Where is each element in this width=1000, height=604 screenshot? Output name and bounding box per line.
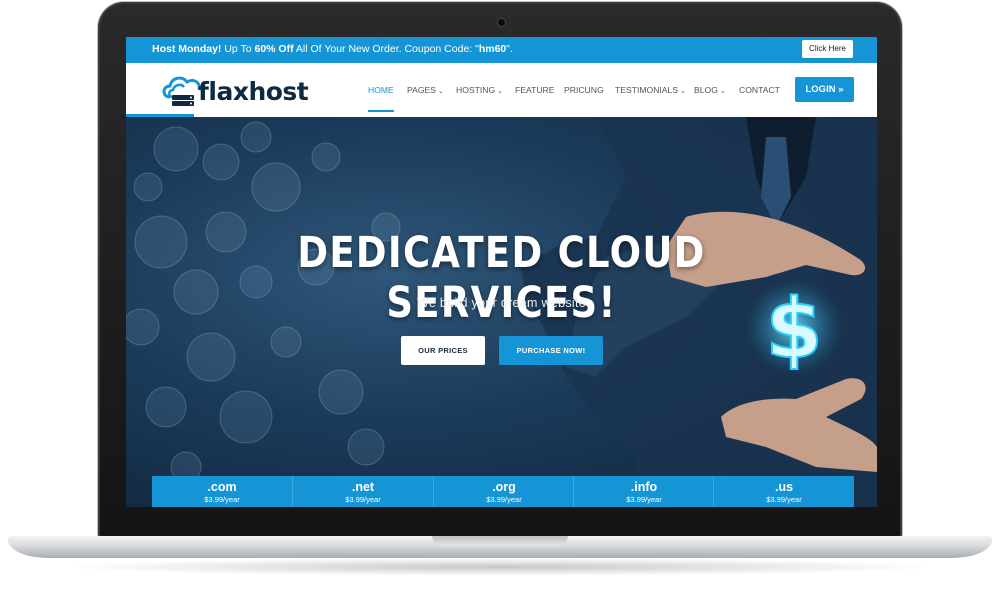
nav-item-contact[interactable]: CONTACT [739,63,780,117]
chevron-down-icon: ⌄ [437,88,444,95]
domain-card-com[interactable]: .com $3.99/year [152,476,292,507]
logo-part-2: host [248,77,309,106]
domain-tld: .org [492,480,516,494]
domain-card-info[interactable]: .info $3.99/year [573,476,714,507]
purchase-now-button[interactable]: PURCHASE NOW! [499,336,603,365]
chevron-down-icon: ⌄ [497,88,504,95]
domain-pricing-strip: .com $3.99/year .net $3.99/year .org $3.… [152,476,854,507]
laptop-notch [432,536,568,546]
site-logo[interactable]: flaxhost [160,71,310,111]
nav-item-hosting[interactable]: HOSTING ⌄ [456,63,503,117]
nav-label: FEATURE [515,85,555,95]
hero-title: DEDICATED CLOUD SERVICES! [297,228,706,328]
promo-text: Host Monday! Up To 60% Off All Of Your N… [152,43,513,55]
nav-item-feature[interactable]: FEATURE [515,63,554,117]
domain-price: $3.99/year [766,495,802,504]
hero-section: $ DEDICATED CLOUD SERVICES! We build you… [126,117,877,507]
promo-end: ". [506,43,513,55]
promo-code: hm60 [478,43,507,55]
domain-tld: .info [630,480,658,494]
domain-tld: .us [774,480,794,494]
logo-part-1: flax [198,77,249,106]
domain-price: $3.99/year [345,495,381,504]
domain-price: $3.99/year [204,495,240,504]
chevron-down-icon: ⌄ [680,88,686,95]
domain-price: $3.99/year [626,495,662,504]
promo-bar: Host Monday! Up To 60% Off All Of Your N… [126,37,877,63]
nav-item-pricing[interactable]: PRICUNG [564,63,604,117]
nav-label: HOSTING [456,85,496,95]
nav-label: PAGES [407,85,436,95]
nav-label: PRICUNG [564,85,604,95]
our-prices-button[interactable]: OUR PRICES [401,336,485,365]
domain-card-us[interactable]: .us $3.99/year [713,476,854,507]
nav-item-testimonials[interactable]: TESTIMONIALS ⌄ [615,63,686,117]
login-button[interactable]: LOGIN » [795,77,854,102]
domain-tld: .net [351,480,375,494]
laptop-shadow [60,558,940,576]
nav-label: HOME [368,85,394,95]
click-here-button[interactable]: Click Here [802,40,853,58]
nav-item-pages[interactable]: PAGES ⌄ [407,63,444,117]
main-navbar: flaxhost HOME PAGES ⌄ HOSTING ⌄ FEATURE PR… [126,63,877,117]
domain-card-net[interactable]: .net $3.99/year [292,476,433,507]
chevron-down-icon: ⌄ [719,88,726,95]
hero-subtitle: We build your dream website [416,296,587,310]
domain-tld: .com [207,480,237,494]
double-chevron-right-icon: » [838,84,844,95]
nav-label: TESTIMONIALS [615,85,679,95]
nav-label: BLOG [694,85,718,95]
nav-item-blog[interactable]: BLOG ⌄ [694,63,726,117]
webcam [497,18,506,27]
promo-mid: Up To [221,43,255,55]
nav-label: CONTACT [739,85,780,95]
logo-wordmark: flaxhost [198,77,309,106]
laptop-screen: Host Monday! Up To 60% Off All Of Your N… [126,37,877,507]
promo-discount: 60% Off [254,43,294,55]
promo-tail: All Of Your New Order. Coupon Code: " [293,43,479,55]
promo-lead: Host Monday! [152,43,222,55]
domain-card-org[interactable]: .org $3.99/year [433,476,574,507]
domain-price: $3.99/year [486,495,522,504]
nav-item-home[interactable]: HOME [368,63,394,117]
login-label: LOGIN [805,84,836,95]
